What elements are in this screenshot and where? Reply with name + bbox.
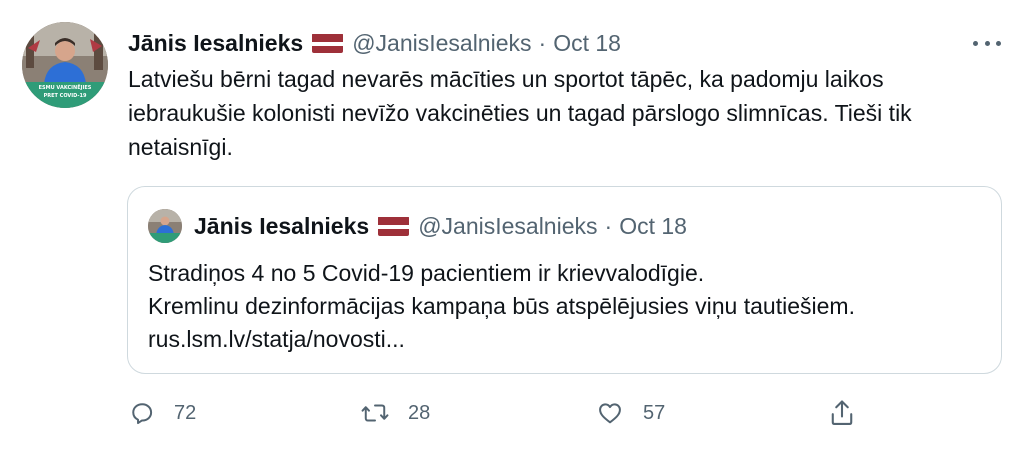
avatar-caption: ESMU VAKCINĒJIES PRET COVID-19 — [22, 84, 108, 100]
avatar[interactable]: ESMU VAKCINĒJIES PRET COVID-19 — [22, 22, 108, 108]
share-button[interactable] — [828, 393, 856, 433]
avatar-caption-line2: PRET COVID-19 — [43, 93, 87, 99]
like-button[interactable]: 57 — [595, 393, 665, 433]
quoted-author-handle[interactable]: @JanisIesalnieks — [418, 213, 597, 240]
retweet-count: 28 — [408, 401, 431, 424]
avatar-caption-line1: ESMU VAKCINĒJIES — [38, 85, 92, 91]
quoted-tweet[interactable]: Jānis Iesalnieks @JanisIesalnieks · Oct … — [127, 186, 1002, 374]
quoted-text-line2: Kremlinu dezinformācijas kampaņa būs ats… — [148, 293, 855, 319]
tweet-header: Jānis Iesalnieks @JanisIesalnieks · Oct … — [128, 27, 621, 59]
reply-button[interactable]: 72 — [128, 393, 196, 433]
author-handle[interactable]: @JanisIesalnieks — [352, 30, 531, 57]
quoted-avatar — [148, 209, 182, 243]
quoted-tweet-text: Stradiņos 4 no 5 Covid-19 pacientiem ir … — [148, 257, 988, 356]
quoted-link[interactable]: rus.lsm.lv/statja/novosti... — [148, 323, 988, 356]
action-bar: 72 28 57 — [128, 393, 868, 433]
quoted-text-line1: Stradiņos 4 no 5 Covid-19 pacientiem ir … — [148, 260, 705, 286]
quoted-header-separator: · — [604, 212, 613, 239]
tweet[interactable]: ESMU VAKCINĒJIES PRET COVID-19 Jānis Ies… — [0, 0, 1024, 461]
quoted-tweet-header: Jānis Iesalnieks @JanisIesalnieks · Oct … — [148, 209, 687, 243]
latvian-flag-icon — [312, 33, 344, 53]
latvian-flag-icon — [378, 216, 410, 236]
more-icon[interactable] — [973, 32, 1001, 54]
tweet-date[interactable]: Oct 18 — [553, 30, 621, 57]
retweet-button[interactable]: 28 — [360, 393, 430, 433]
author-name[interactable]: Jānis Iesalnieks — [128, 30, 303, 57]
header-separator: · — [538, 29, 547, 56]
share-icon — [831, 400, 853, 425]
reply-count: 72 — [174, 401, 197, 424]
reply-icon — [132, 403, 153, 425]
like-icon — [599, 403, 621, 424]
quoted-author-name[interactable]: Jānis Iesalnieks — [194, 213, 369, 240]
like-count: 57 — [643, 401, 666, 424]
retweet-icon — [361, 404, 389, 422]
quoted-tweet-date[interactable]: Oct 18 — [619, 213, 687, 240]
tweet-text: Latviešu bērni tagad nevarēs mācīties un… — [128, 66, 912, 160]
